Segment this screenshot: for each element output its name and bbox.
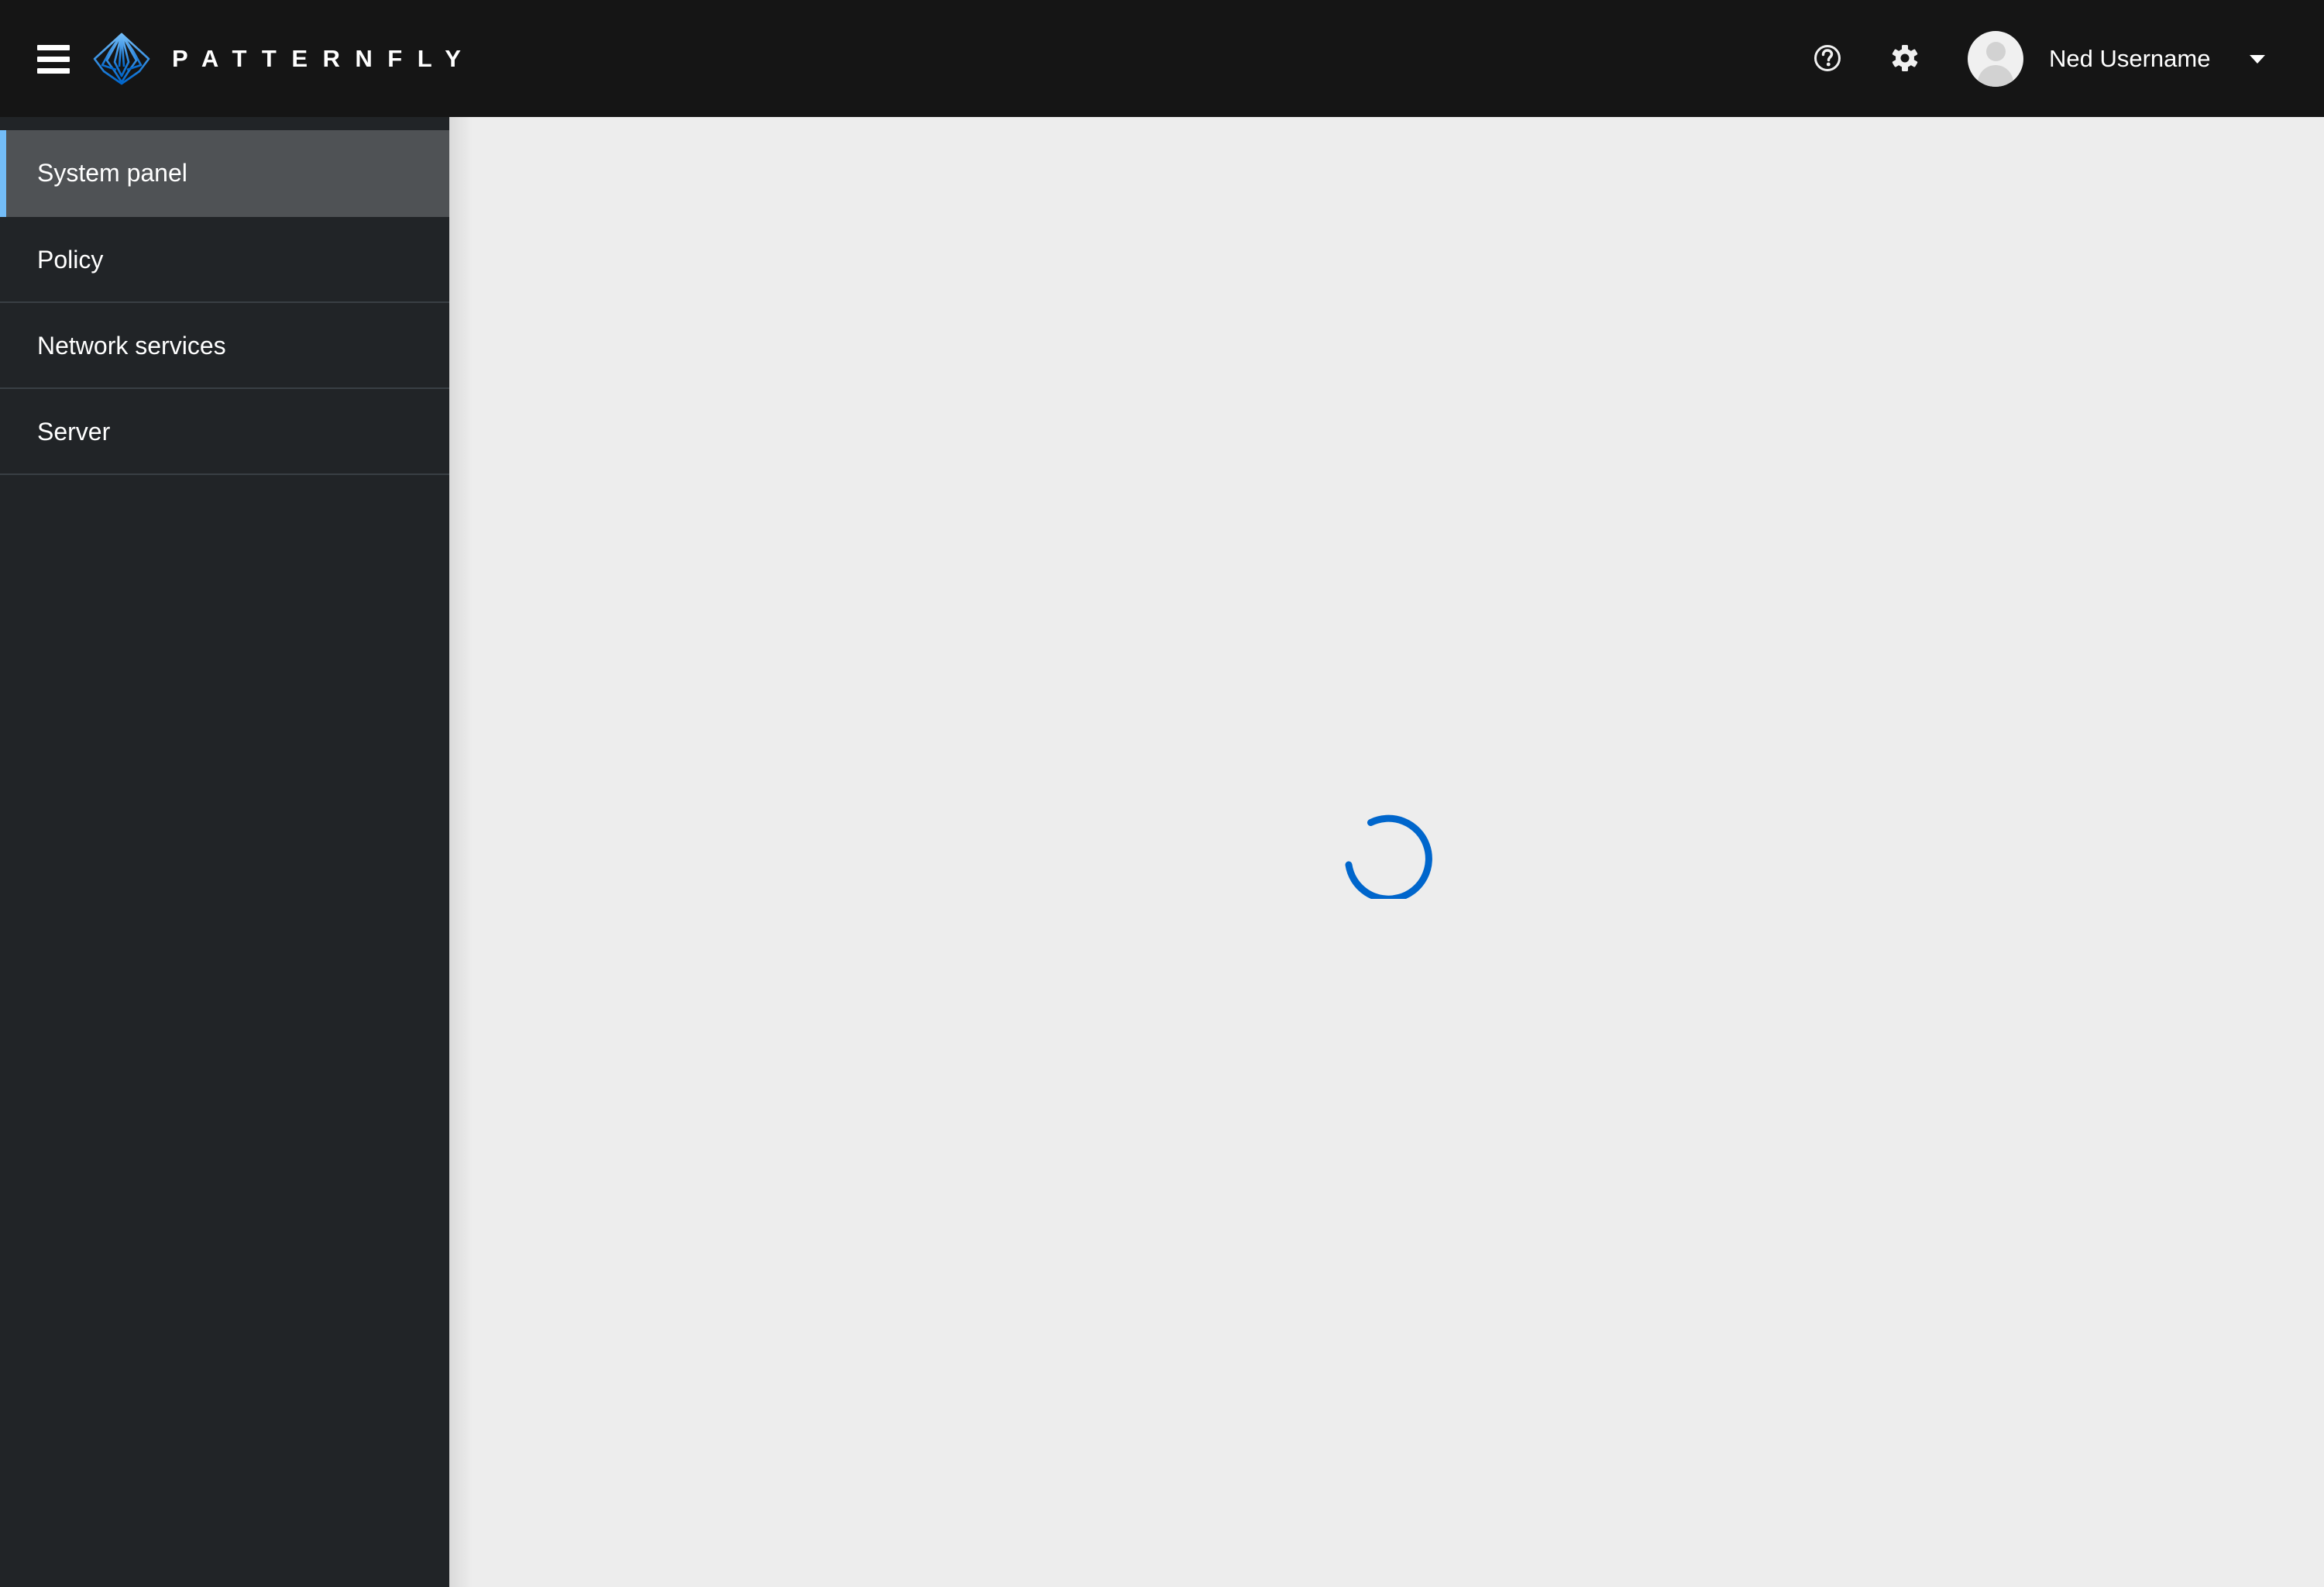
user-name: Ned Username: [2049, 45, 2211, 72]
sidebar-item-label: System panel: [37, 159, 187, 187]
sidebar-item-label: Server: [37, 418, 111, 446]
sidebar-item-policy[interactable]: Policy: [0, 217, 449, 303]
avatar-body: [1978, 65, 2013, 87]
gear-icon: [1892, 45, 1918, 71]
help-button[interactable]: [1812, 43, 1843, 74]
caret-down-icon: [2250, 55, 2265, 64]
sidebar-shadow: [449, 117, 473, 1587]
avatar-head: [1986, 42, 2006, 61]
loading-spinner-icon: [1345, 814, 1432, 903]
masthead: PATTERNFLY Ned Username: [0, 0, 2324, 117]
user-dropdown-toggle[interactable]: Ned Username: [2039, 31, 2287, 87]
patternfly-logo-icon: [93, 33, 150, 85]
nav-toggle-button[interactable]: [31, 37, 76, 81]
brand-link[interactable]: PATTERNFLY: [91, 29, 461, 88]
sidebar-item-label: Policy: [37, 246, 104, 274]
sidebar-item-network-services[interactable]: Network services: [0, 303, 449, 389]
help-icon: [1814, 45, 1841, 71]
hamburger-menu-icon-bar: [37, 45, 70, 50]
hamburger-menu-icon-bar: [37, 57, 70, 62]
loading-spinner: [1340, 806, 1433, 903]
main-content: [449, 117, 2324, 1587]
sidebar-item-label: Network services: [37, 332, 226, 360]
nav-list: System panel Policy Network services Ser…: [0, 130, 449, 475]
brand-name: PATTERNFLY: [172, 45, 476, 72]
hamburger-menu-icon-bar: [37, 68, 70, 74]
user-avatar-icon: [1968, 31, 2023, 87]
settings-button[interactable]: [1889, 43, 1920, 74]
sidebar: System panel Policy Network services Ser…: [0, 117, 449, 1587]
sidebar-item-server[interactable]: Server: [0, 389, 449, 475]
sidebar-item-system-panel[interactable]: System panel: [0, 130, 449, 217]
